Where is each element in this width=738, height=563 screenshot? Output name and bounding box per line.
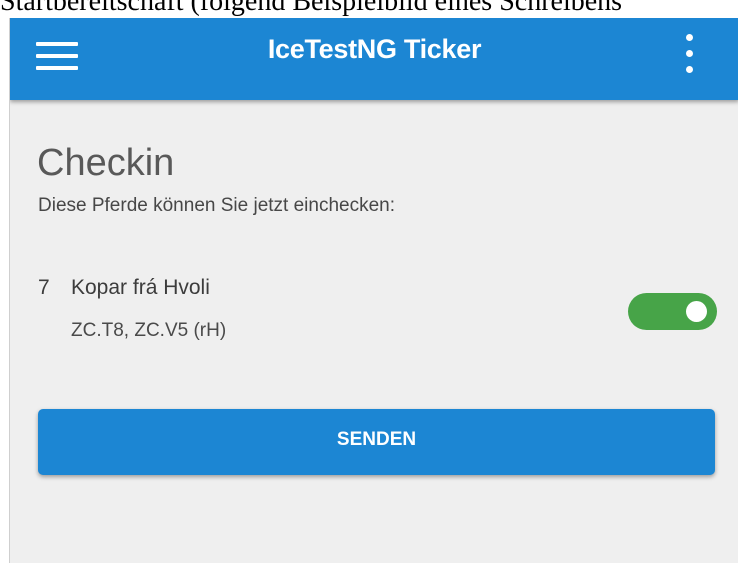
app-bar: IceTestNG Ticker (10, 18, 738, 100)
toggle-knob (686, 301, 707, 322)
send-button[interactable]: SENDEN (38, 409, 715, 475)
checkin-toggle[interactable] (628, 293, 717, 330)
app-screen: IceTestNG Ticker Checkin Diese Pferde kö… (9, 18, 738, 563)
horse-name: Kopar frá Hvoli (71, 276, 210, 299)
app-title: IceTestNG Ticker (267, 34, 482, 64)
document-caption-strip: Startbereitschaft (folgend Beispielbild … (0, 0, 738, 18)
more-vertical-icon[interactable] (678, 32, 702, 78)
page-title: Checkin (37, 142, 175, 184)
horse-classes: ZC.T8, ZC.V5 (rH) (71, 320, 227, 341)
start-number: 7 (38, 276, 50, 299)
document-caption: Startbereitschaft (folgend Beispielbild … (0, 0, 623, 17)
page-subtitle: Diese Pferde können Sie jetzt einchecken… (38, 195, 395, 216)
